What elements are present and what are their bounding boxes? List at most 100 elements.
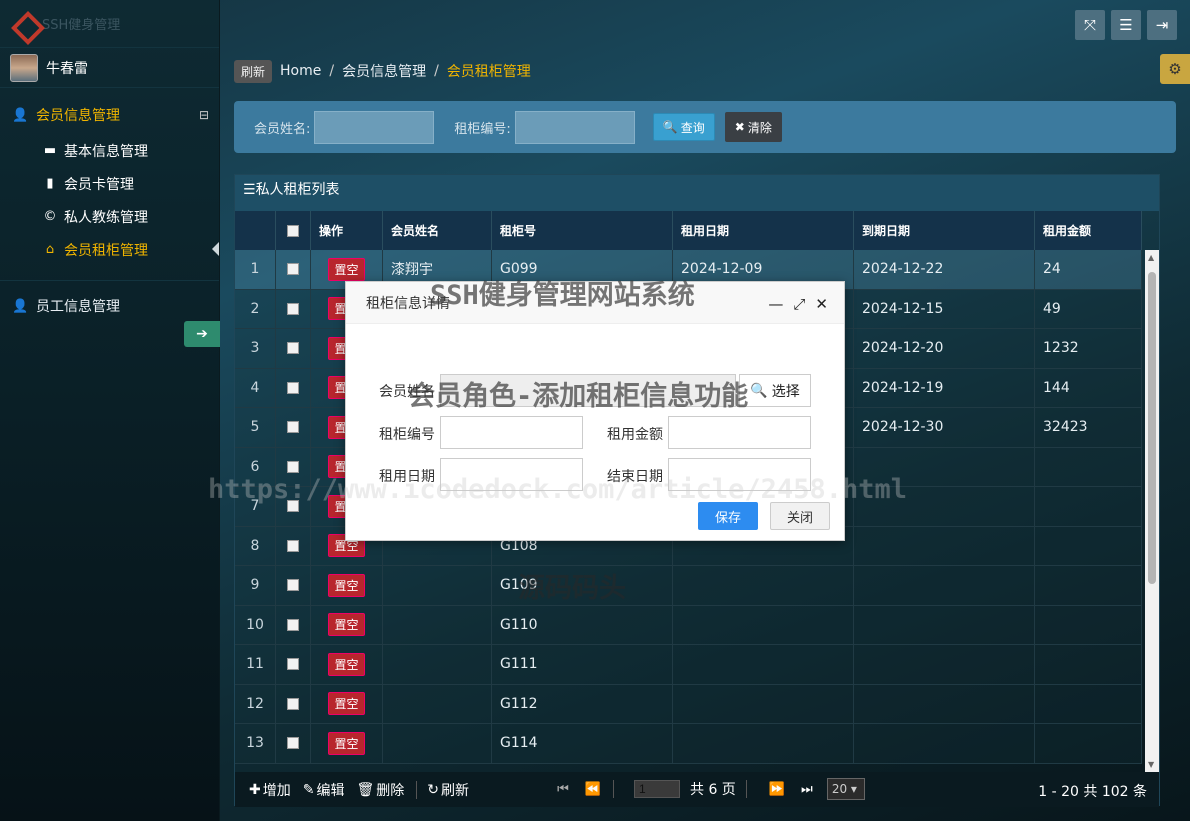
checkbox[interactable]	[287, 460, 299, 473]
col-start[interactable]: 租用日期	[673, 211, 854, 250]
row-op[interactable]: 置空	[311, 566, 383, 605]
sidebar-item-trainer[interactable]: © 私人教练管理	[0, 200, 219, 233]
row-checkbox[interactable]	[276, 605, 311, 644]
query-button[interactable]: 🔍 查询	[652, 113, 715, 141]
copyright-icon: ©	[43, 209, 57, 224]
end-date-field[interactable]	[668, 458, 811, 491]
grid-scrollbar[interactable]: ▲ ▼	[1145, 250, 1159, 772]
row-checkbox[interactable]	[276, 329, 311, 368]
col-end[interactable]: 到期日期	[854, 211, 1035, 250]
row-checkbox[interactable]	[276, 684, 311, 723]
cell-amount	[1035, 684, 1142, 723]
last-page-icon[interactable]: ⏭	[797, 782, 817, 797]
page-size-select[interactable]: 20 ▾	[826, 778, 865, 800]
close-icon: ✖	[734, 120, 745, 134]
table-row[interactable]: 10 置空 G110	[235, 605, 1142, 645]
breadcrumb-home[interactable]: Home	[280, 63, 321, 79]
sidebar-item-member-card[interactable]: ▮ 会员卡管理	[0, 167, 219, 200]
row-checkbox[interactable]	[276, 645, 311, 684]
name-search-input[interactable]	[314, 110, 435, 144]
add-button[interactable]: ✚ 增加	[249, 780, 291, 800]
checkbox[interactable]	[287, 658, 299, 671]
menu-staff-info[interactable]: 👤 员工信息管理	[0, 287, 219, 325]
collapse-icon[interactable]: ⊟	[199, 108, 209, 122]
close-icon[interactable]: ✕	[815, 295, 828, 313]
table-row[interactable]: 12 置空 G112	[235, 684, 1142, 724]
checkbox[interactable]	[287, 737, 299, 750]
collapse-sidebar-button[interactable]: ➔	[184, 321, 220, 347]
sidebar-item-locker-rental[interactable]: ⌂ 会员租柜管理	[0, 233, 219, 266]
delete-button[interactable]: 🗑 删除	[356, 780, 404, 800]
settings-button[interactable]: ⚙	[1160, 54, 1190, 84]
clear-locker-button[interactable]: 置空	[328, 731, 365, 755]
member-name-field[interactable]	[440, 374, 736, 407]
checkbox[interactable]	[287, 342, 299, 355]
col-name[interactable]: 会员姓名	[383, 211, 492, 250]
pager-info: 1 - 20 共 102 条	[1038, 784, 1147, 800]
next-page-icon[interactable]: ⏩	[767, 782, 787, 797]
checkbox[interactable]	[287, 381, 299, 394]
row-checkbox[interactable]	[276, 724, 311, 763]
row-op[interactable]: 置空	[311, 645, 383, 684]
user-icon: 👤	[12, 107, 29, 123]
rental-amount-field[interactable]	[668, 416, 811, 449]
checkbox[interactable]	[287, 302, 299, 315]
checkbox[interactable]	[287, 579, 299, 592]
start-date-field[interactable]	[440, 458, 583, 491]
row-checkbox[interactable]	[276, 566, 311, 605]
close-button[interactable]: 关闭	[770, 502, 830, 530]
row-checkbox[interactable]	[276, 250, 311, 289]
row-number: 6	[235, 447, 276, 486]
table-row[interactable]: 13 置空 G114	[235, 724, 1142, 764]
col-op[interactable]: 操作	[311, 211, 383, 250]
edit-button[interactable]: ✎ 编辑	[303, 780, 345, 800]
col-amount[interactable]: 租用金额	[1035, 211, 1142, 250]
locker-number-field[interactable]	[440, 416, 583, 449]
clear-locker-button[interactable]: 置空	[328, 613, 365, 637]
minimize-icon[interactable]: —	[768, 295, 783, 313]
table-row[interactable]: 9 置空 G109	[235, 566, 1142, 606]
first-page-icon[interactable]: ⏮	[553, 782, 573, 797]
checkbox[interactable]	[287, 500, 299, 513]
col-locker[interactable]: 租柜号	[492, 211, 673, 250]
clear-locker-button[interactable]: 置空	[328, 573, 365, 597]
select-member-button[interactable]: 🔍 选择	[739, 374, 811, 407]
logout-button[interactable]: ⇥	[1147, 10, 1177, 40]
refresh-button[interactable]: ↻ 刷新	[427, 780, 469, 800]
clear-locker-button[interactable]: 置空	[328, 257, 365, 281]
row-checkbox[interactable]	[276, 408, 311, 447]
checkbox[interactable]	[287, 421, 299, 434]
menu-button[interactable]: ☰	[1111, 10, 1141, 40]
row-op[interactable]: 置空	[311, 605, 383, 644]
checkbox[interactable]	[287, 263, 299, 276]
row-checkbox[interactable]	[276, 487, 311, 526]
clear-locker-button[interactable]: 置空	[328, 652, 365, 676]
row-checkbox[interactable]	[276, 526, 311, 565]
row-checkbox[interactable]	[276, 289, 311, 328]
table-row[interactable]: 11 置空 G111	[235, 645, 1142, 685]
checkbox[interactable]	[287, 697, 299, 710]
expand-icon: ⤧	[1083, 16, 1096, 34]
row-checkbox[interactable]	[276, 368, 311, 407]
scrollbar-thumb[interactable]	[1148, 272, 1156, 584]
save-button[interactable]: 保存	[698, 502, 758, 530]
page-input[interactable]	[634, 780, 680, 798]
checkbox[interactable]	[287, 618, 299, 631]
clear-locker-button[interactable]: 置空	[328, 692, 365, 716]
clear-button[interactable]: ✖ 清除	[724, 112, 782, 142]
user-profile[interactable]: 牛春雷	[0, 48, 219, 88]
cell-locker: G109	[492, 566, 673, 605]
fullscreen-button[interactable]: ⤧	[1075, 10, 1105, 40]
row-checkbox[interactable]	[276, 447, 311, 486]
locker-search-input[interactable]	[514, 110, 635, 144]
maximize-icon[interactable]: ⤢	[793, 295, 805, 313]
row-op[interactable]: 置空	[311, 684, 383, 723]
breadcrumb-member-info[interactable]: 会员信息管理	[342, 61, 426, 81]
select-all-checkbox[interactable]	[276, 211, 311, 250]
checkbox[interactable]	[287, 539, 299, 552]
row-op[interactable]: 置空	[311, 724, 383, 763]
menu-member-info[interactable]: 👤 会员信息管理 ⊟	[0, 96, 219, 134]
sidebar-item-basic-info[interactable]: ▬ 基本信息管理	[0, 134, 219, 167]
prev-page-icon[interactable]: ⏪	[583, 782, 603, 797]
refresh-tag[interactable]: 刷新	[234, 59, 273, 83]
